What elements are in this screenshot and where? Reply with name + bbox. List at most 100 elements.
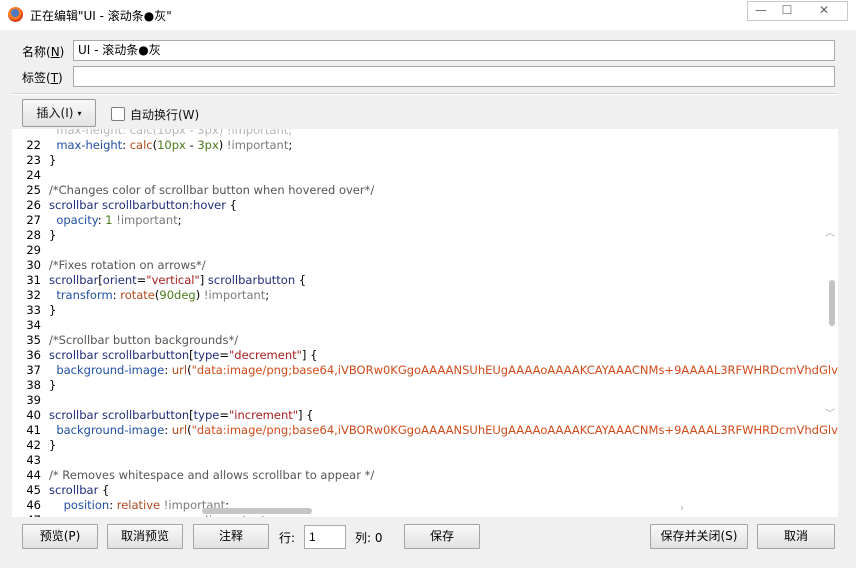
line-number: 43 — [26, 453, 41, 467]
scroll-down-arrow-icon[interactable]: ﹀ — [825, 405, 835, 420]
cancel-preview-button[interactable]: 取消预览 — [107, 524, 183, 549]
code-line[interactable]: 33} — [12, 303, 838, 318]
code-text: /*Scrollbar button backgrounds*/ — [49, 333, 239, 347]
code-line[interactable]: 31 scrollbar[orient="vertical"] scrollbar… — [12, 273, 838, 288]
comment-button[interactable]: 注释 — [193, 524, 269, 549]
code-line[interactable]: 47 -moz-appearance: none !important; — [12, 513, 838, 517]
code-line[interactable]: 24 — [12, 168, 838, 183]
line-number: 26 — [26, 198, 41, 212]
code-line[interactable]: 32 transform: rotate(90deg) !important; — [12, 288, 838, 303]
code-text: transform: rotate(90deg) !important; — [56, 288, 270, 302]
code-text: scrollbar { — [49, 483, 110, 497]
code-text: } — [49, 228, 57, 242]
word-wrap-checkbox[interactable] — [111, 107, 125, 121]
horizontal-scroll-thumb[interactable] — [202, 508, 312, 514]
line-number: 23 — [26, 153, 41, 167]
insert-dropdown-button[interactable]: 插入(I) ▾ — [22, 99, 96, 127]
line-number: 45 — [26, 483, 41, 497]
column-indicator: 列: 0 — [355, 531, 383, 545]
line-number: 37 — [26, 363, 41, 377]
code-line[interactable]: 35 /*Scrollbar button backgrounds*/ — [12, 333, 838, 348]
scroll-right-arrow-icon[interactable]: › — [680, 503, 684, 514]
code-line[interactable]: 27 opacity: 1 !important; — [12, 213, 838, 228]
line-number: 30 — [26, 258, 41, 272]
code-text: } — [49, 438, 57, 452]
code-line[interactable]: 37 background-image: url("data:image/png… — [12, 363, 838, 378]
code-line[interactable]: 29 — [12, 243, 838, 258]
line-number: 40 — [26, 408, 41, 422]
code-text: max-height: calc(10px - 3px) !important; — [56, 138, 293, 152]
line-number: 46 — [26, 498, 41, 512]
line-number: 44 — [26, 468, 41, 482]
scroll-up-arrow-icon[interactable]: ︿ — [825, 224, 835, 239]
save-button[interactable]: 保存 — [404, 524, 480, 549]
line-number: 47 — [12, 513, 41, 517]
code-line[interactable]: 25 /*Changes color of scrollbar button wh… — [12, 183, 838, 198]
code-text: scrollbar scrollbarbutton:hover { — [49, 198, 237, 212]
code-line[interactable]: 40 scrollbar scrollbarbutton[type="increm… — [12, 408, 838, 423]
line-number: 33 — [26, 303, 41, 317]
code-text: background-image: url("data:image/png;ba… — [56, 423, 838, 437]
line-number: 29 — [26, 243, 41, 257]
vertical-scroll-thumb[interactable] — [829, 280, 835, 326]
code-line[interactable]: 39 — [12, 393, 838, 408]
code-line[interactable]: 43 — [12, 453, 838, 468]
line-number: 32 — [26, 288, 41, 302]
line-number: 28 — [26, 228, 41, 242]
line-number: 25 — [26, 183, 41, 197]
close-button[interactable]: ✕ — [801, 1, 848, 21]
code-line[interactable]: 26 scrollbar scrollbarbutton:hover { — [12, 198, 838, 213]
code-line[interactable]: 22 max-height: calc(10px - 3px) !importa… — [12, 138, 838, 153]
code-line[interactable]: 38} — [12, 378, 838, 393]
code-text: scrollbar scrollbarbutton[type="incremen… — [49, 408, 314, 422]
code-text: opacity: 1 !important; — [56, 213, 182, 227]
code-line[interactable]: 34 — [12, 318, 838, 333]
code-line[interactable]: 30 /*Fixes rotation on arrows*/ — [12, 258, 838, 273]
code-line[interactable]: max-height: calc(10px - 3px) !important; — [12, 129, 838, 138]
row-input[interactable] — [304, 525, 346, 549]
preview-button[interactable]: 预览(P) — [22, 524, 98, 549]
word-wrap-label[interactable]: 自动换行(W) — [130, 106, 199, 123]
code-text: max-height: calc(10px - 3px) !important; — [49, 129, 293, 137]
window-title: 正在编辑"UI - 滚动条●灰" — [30, 9, 172, 23]
code-line[interactable]: 23} — [12, 153, 838, 168]
code-line[interactable]: 44 /* Removes whitespace and allows scrol… — [12, 468, 838, 483]
minimize-button[interactable]: — — [747, 1, 775, 21]
save-and-close-button[interactable]: 保存并关闭(S) — [650, 524, 748, 549]
divider — [12, 93, 838, 95]
tags-label: 标签(T) — [22, 71, 63, 85]
code-editor[interactable]: max-height: calc(10px - 3px) !important;… — [12, 129, 838, 517]
code-text: background-image: url("data:image/png;ba… — [56, 363, 838, 377]
title-bar: 正在编辑"UI - 滚动条●灰" — ☐ ✕ — [0, 0, 856, 30]
code-text: } — [49, 303, 57, 317]
line-number: 38 — [26, 378, 41, 392]
maximize-button[interactable]: ☐ — [773, 1, 802, 21]
name-field[interactable] — [73, 40, 835, 61]
tags-field[interactable] — [73, 66, 835, 87]
code-text: } — [49, 153, 57, 167]
code-line[interactable]: 45 scrollbar { — [12, 483, 838, 498]
code-line[interactable]: 36 scrollbar scrollbarbutton[type="decrem… — [12, 348, 838, 363]
code-text: } — [49, 378, 57, 392]
line-number: 24 — [26, 168, 41, 182]
line-number: 39 — [26, 393, 41, 407]
code-line[interactable]: 28} — [12, 228, 838, 243]
line-number: 42 — [26, 438, 41, 452]
code-line[interactable]: 42} — [12, 438, 838, 453]
code-text: /*Fixes rotation on arrows*/ — [49, 258, 206, 272]
name-label: 名称(N) — [22, 45, 65, 59]
code-line[interactable]: 46 position: relative !important; — [12, 498, 838, 513]
code-line[interactable]: 41 background-image: url("data:image/png… — [12, 423, 838, 438]
line-number: 27 — [26, 213, 41, 227]
chevron-down-icon: ▾ — [77, 109, 82, 118]
code-text: scrollbar[orient="vertical"] scrollbarbu… — [49, 273, 307, 287]
code-text: scrollbar scrollbarbutton[type="decremen… — [49, 348, 318, 362]
line-number: 36 — [26, 348, 41, 362]
line-number: 31 — [26, 273, 41, 287]
line-number: 22 — [26, 138, 41, 152]
cancel-button[interactable]: 取消 — [757, 524, 835, 549]
line-number: 41 — [26, 423, 41, 437]
line-number: 34 — [26, 318, 41, 332]
firefox-icon — [8, 7, 23, 22]
code-text: /* Removes whitespace and allows scrollb… — [49, 468, 375, 482]
